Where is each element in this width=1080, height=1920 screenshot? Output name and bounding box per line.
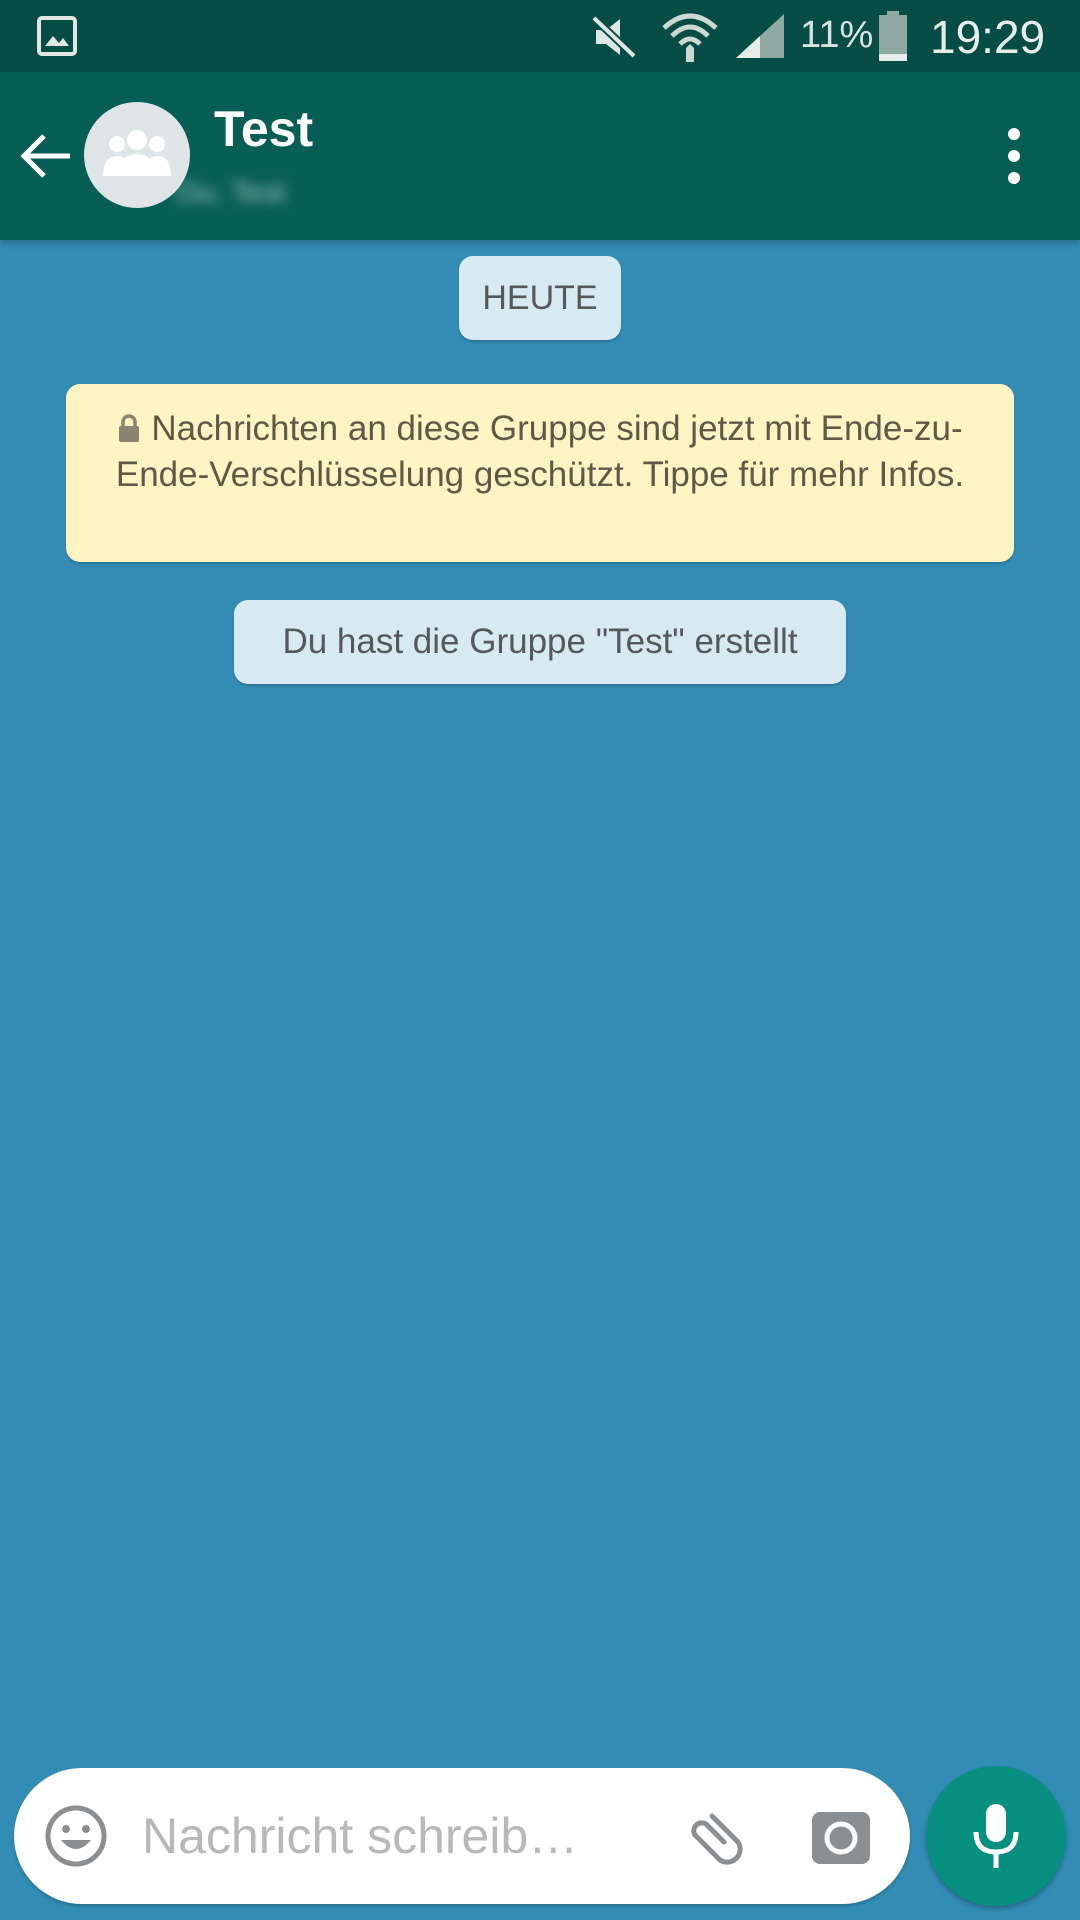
lock-icon	[119, 414, 140, 442]
paperclip-icon[interactable]	[678, 1802, 748, 1872]
mute-icon	[591, 15, 637, 59]
battery-percent: 11%	[800, 14, 874, 56]
group-avatar[interactable]	[84, 102, 190, 208]
chat-title[interactable]: Test	[214, 100, 313, 158]
group-avatar-icon	[103, 130, 171, 176]
emoji-icon[interactable]	[44, 1804, 108, 1868]
chat-toolbar: Test Du, Test	[0, 72, 1080, 240]
wifi-icon	[662, 13, 718, 62]
gallery-icon	[37, 16, 77, 56]
camera-icon[interactable]	[810, 1806, 872, 1868]
chat-subtitle-blurred[interactable]: Du, Test	[176, 176, 376, 236]
mic-button[interactable]	[926, 1766, 1066, 1906]
mic-icon	[973, 1804, 1019, 1868]
system-message: Du hast die Gruppe "Test" erstellt	[234, 600, 846, 684]
battery-icon	[879, 11, 907, 61]
encryption-notice[interactable]: Nachrichten an diese Gruppe sind jetzt m…	[66, 384, 1014, 562]
chat-area[interactable]: HEUTE Nachrichten an diese Gruppe sind j…	[0, 240, 1080, 1760]
message-input-bar	[14, 1768, 910, 1904]
status-clock: 19:29	[930, 11, 1046, 63]
more-vert-icon[interactable]	[998, 124, 1030, 188]
date-divider: HEUTE	[459, 256, 621, 340]
message-input[interactable]	[142, 1798, 642, 1874]
status-bar: 11% 19:29	[0, 0, 1080, 72]
encryption-notice-text: Nachrichten an diese Gruppe sind jetzt m…	[115, 409, 965, 494]
signal-icon	[736, 14, 784, 58]
back-arrow-icon[interactable]	[18, 128, 74, 184]
